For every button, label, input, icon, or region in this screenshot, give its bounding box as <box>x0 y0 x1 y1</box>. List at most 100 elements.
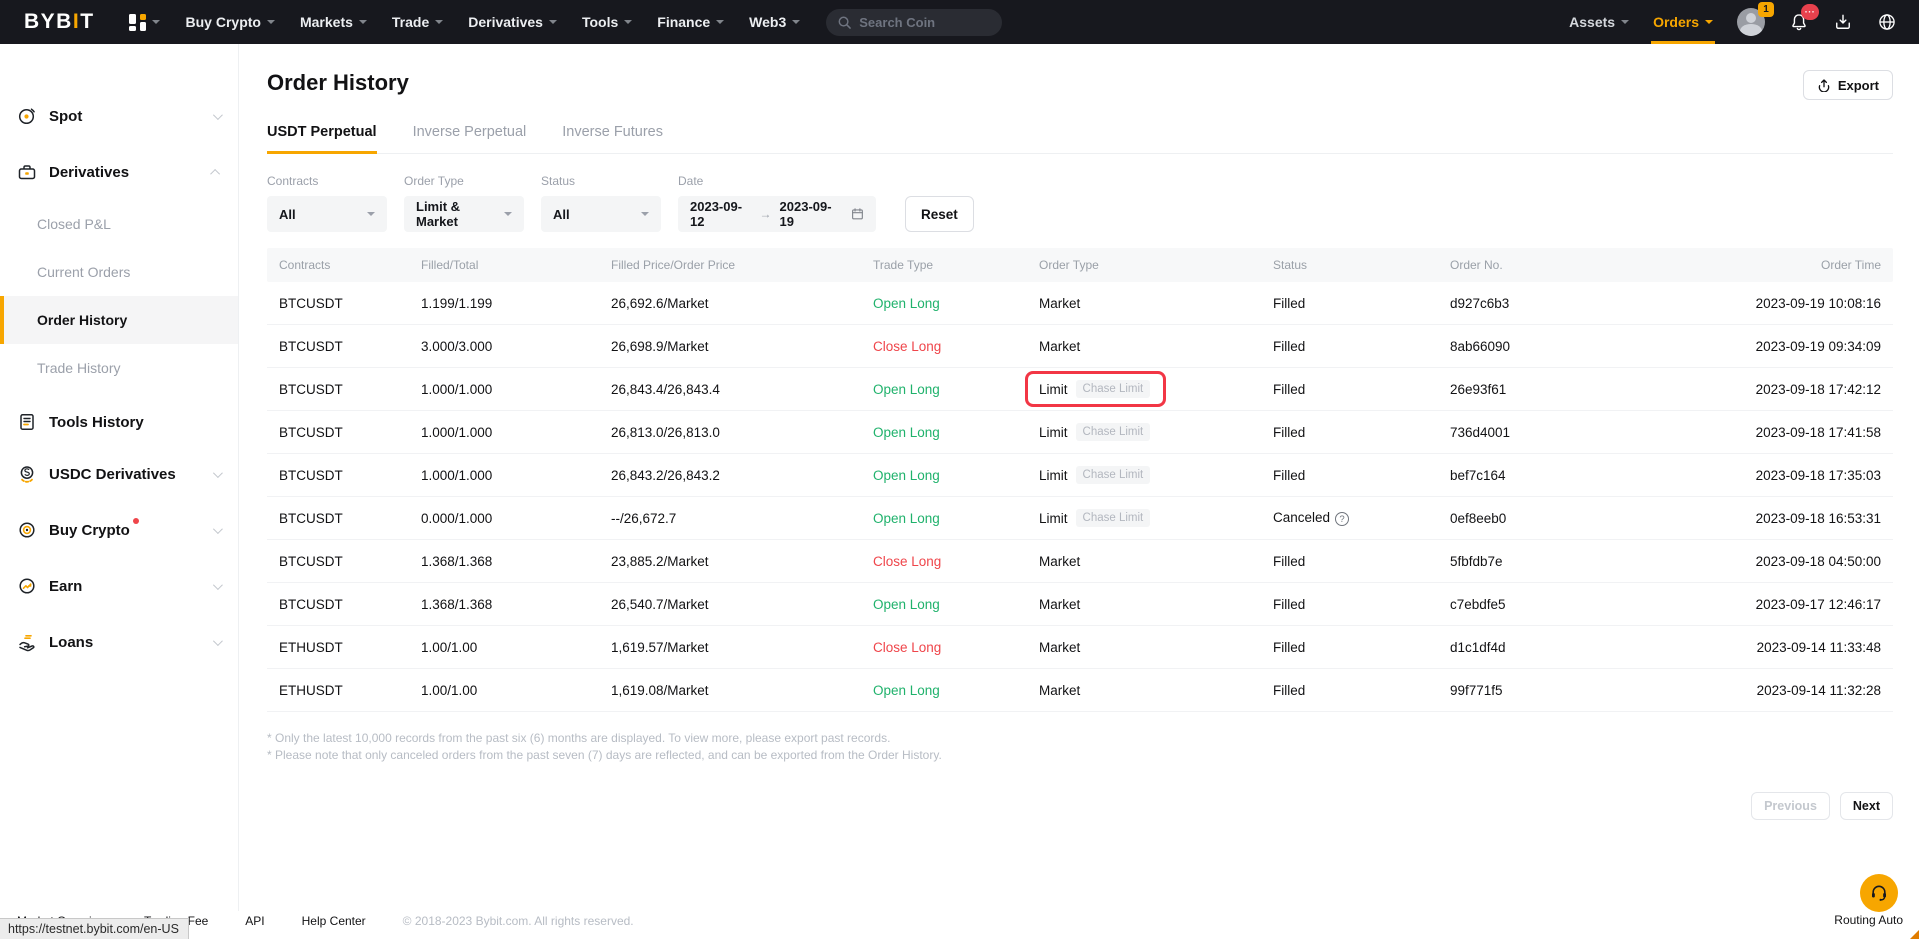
nav-item-markets[interactable]: Markets <box>300 14 367 30</box>
cell-filled-total: 1.368/1.368 <box>421 597 611 612</box>
sidebar-item-loans[interactable]: Loans <box>0 620 238 664</box>
chevron-down-icon <box>267 20 275 24</box>
filter-date: Date 2023-09-12 → 2023-09-19 <box>678 174 876 232</box>
table-row: BTCUSDT 1.000/1.000 26,843.2/26,843.2 Op… <box>267 454 1893 497</box>
table-row: BTCUSDT 0.000/1.000 --/26,672.7 Open Lon… <box>267 497 1893 540</box>
contracts-select-value: All <box>279 207 296 222</box>
table-row: BTCUSDT 1.368/1.368 23,885.2/Market Clos… <box>267 540 1893 583</box>
cell-order-type: Market <box>1039 339 1273 354</box>
assets-menu[interactable]: Assets <box>1569 0 1629 44</box>
download-app-button[interactable] <box>1833 12 1853 32</box>
sidebar-item-usdc-derivatives[interactable]: USDC Derivatives <box>0 452 238 496</box>
cell-trade-type: Close Long <box>873 339 1039 354</box>
bybit-logo[interactable]: BYBIT <box>24 10 95 34</box>
sidebar-item-label: Buy Crypto <box>49 522 130 539</box>
cell-order-time: 2023-09-19 09:34:09 <box>1690 339 1881 354</box>
new-badge-dot <box>133 518 139 524</box>
search-input[interactable]: Search Coin <box>826 9 1002 36</box>
sidebar-item-closed-pnl[interactable]: Closed P&L <box>0 200 238 248</box>
tab-inverse-perpetual[interactable]: Inverse Perpetual <box>413 124 527 153</box>
sidebar-item-trade-history[interactable]: Trade History <box>0 344 238 392</box>
chevron-down-icon <box>1705 20 1713 24</box>
status-value: Canceled <box>1273 510 1330 525</box>
table-row: ETHUSDT 1.00/1.00 1,619.57/Market Close … <box>267 626 1893 669</box>
avatar-badge: 1 <box>1758 2 1774 17</box>
sidebar-item-label: Spot <box>49 108 82 125</box>
cell-trade-type: Open Long <box>873 468 1039 483</box>
filter-label: Date <box>678 174 876 188</box>
nav-item-web3[interactable]: Web3 <box>749 14 800 30</box>
orders-menu[interactable]: Orders <box>1653 0 1713 44</box>
apps-menu-button[interactable] <box>129 14 160 31</box>
usdc-derivatives-icon <box>17 464 37 484</box>
status-select[interactable]: All <box>541 196 661 232</box>
cell-order-type: Limit Chase Limit <box>1039 466 1273 484</box>
tab-inverse-futures[interactable]: Inverse Futures <box>562 124 663 153</box>
next-page-button[interactable]: Next <box>1840 792 1893 820</box>
sidebar-item-order-history[interactable]: Order History <box>0 296 238 344</box>
chevron-down-icon <box>213 468 223 478</box>
cell-order-type: Market <box>1039 597 1273 612</box>
status-select-value: All <box>553 207 570 222</box>
cell-contract: ETHUSDT <box>279 640 421 655</box>
arrow-right-icon: → <box>760 207 772 221</box>
status-bar-url: https://testnet.bybit.com/en-US <box>0 918 189 939</box>
sidebar-item-current-orders[interactable]: Current Orders <box>0 248 238 296</box>
sidebar-item-buy-crypto[interactable]: Buy Crypto <box>0 508 238 552</box>
notification-badge: ··· <box>1801 4 1819 20</box>
tab-usdt-perpetual[interactable]: USDT Perpetual <box>267 124 377 153</box>
cell-filled-price: --/26,672.7 <box>611 511 873 526</box>
nav-item-tools[interactable]: Tools <box>582 14 632 30</box>
sidebar-item-label: Tools History <box>49 414 144 431</box>
sidebar-item-label: Loans <box>49 634 93 651</box>
order-type-value: Market <box>1039 597 1080 612</box>
date-to-value: 2023-09-19 <box>780 199 842 229</box>
cell-trade-type: Open Long <box>873 296 1039 311</box>
cell-trade-type: Close Long <box>873 640 1039 655</box>
notifications-button[interactable]: ··· <box>1789 12 1809 32</box>
nav-item-finance[interactable]: Finance <box>657 14 724 30</box>
nav-right: Assets Orders 1 ··· <box>1569 0 1897 44</box>
nav-item-label: Finance <box>657 14 710 30</box>
footer-link-help-center[interactable]: Help Center <box>302 914 366 928</box>
calendar-icon <box>851 207 864 221</box>
sidebar-item-earn[interactable]: Earn <box>0 564 238 608</box>
nav-item-trade[interactable]: Trade <box>392 14 443 30</box>
account-avatar[interactable]: 1 <box>1737 8 1765 36</box>
status-value: Filled <box>1273 640 1305 655</box>
contracts-select[interactable]: All <box>267 196 387 232</box>
language-button[interactable] <box>1877 12 1897 32</box>
sidebar-item-spot[interactable]: Spot <box>0 94 238 138</box>
reset-button[interactable]: Reset <box>905 196 974 232</box>
sidebar-item-label: Earn <box>49 578 82 595</box>
search-icon <box>838 16 851 29</box>
chevron-down-icon <box>504 212 512 216</box>
help-icon[interactable] <box>1335 512 1349 526</box>
export-button[interactable]: Export <box>1803 70 1893 100</box>
sidebar-item-derivatives[interactable]: Derivatives <box>0 150 238 194</box>
cell-order-no: c7ebdfe5 <box>1450 597 1690 612</box>
earn-icon <box>17 576 37 596</box>
nav-item-derivatives[interactable]: Derivatives <box>468 14 557 30</box>
cell-trade-type: Open Long <box>873 511 1039 526</box>
footer-link-api[interactable]: API <box>245 914 264 928</box>
nav-item-buy-crypto[interactable]: Buy Crypto <box>186 14 275 30</box>
sidebar-item-tools-history[interactable]: Tools History <box>0 400 238 444</box>
headset-icon <box>1869 883 1889 903</box>
status-value: Filled <box>1273 296 1305 311</box>
cell-status: Filled <box>1273 339 1450 354</box>
cell-filled-total: 1.000/1.000 <box>421 425 611 440</box>
order-type-value: Limit <box>1039 511 1068 526</box>
cell-filled-price: 1,619.57/Market <box>611 640 873 655</box>
cell-contract: BTCUSDT <box>279 597 421 612</box>
cell-status: Filled <box>1273 296 1450 311</box>
support-chat-button[interactable] <box>1860 874 1898 912</box>
order-type-select[interactable]: Limit & Market <box>404 196 524 232</box>
cell-order-type: Market <box>1039 683 1273 698</box>
date-range-picker[interactable]: 2023-09-12 → 2023-09-19 <box>678 196 876 232</box>
cell-order-no: 0ef8eeb0 <box>1450 511 1690 526</box>
cell-order-time: 2023-09-18 17:41:58 <box>1690 425 1881 440</box>
chevron-down-icon <box>359 20 367 24</box>
table-footnotes: * Only the latest 10,000 records from th… <box>267 730 1893 764</box>
previous-page-button[interactable]: Previous <box>1751 792 1830 820</box>
